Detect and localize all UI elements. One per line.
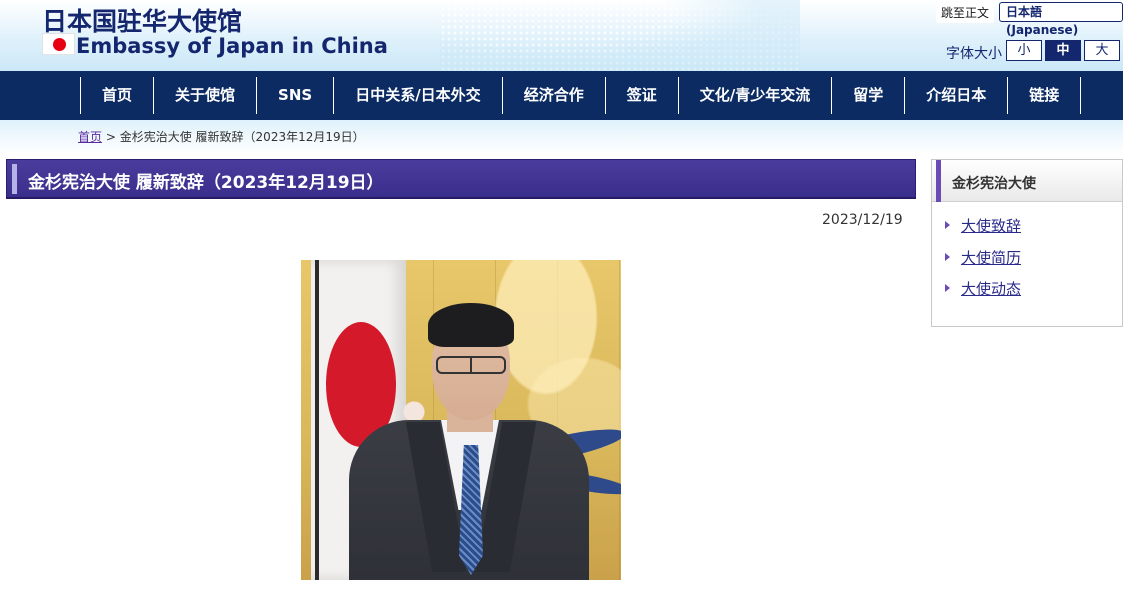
triangle-right-icon [945,284,950,292]
post-date: 2023/12/19 [822,212,903,228]
sidebar-header: 金杉宪治大使 [932,160,1122,202]
triangle-right-icon [945,221,950,229]
sidebar-item-speech[interactable]: 大使致辞 [945,215,1021,236]
nav-list: 首页 关于使馆 SNS 日中关系/日本外交 经济合作 签证 文化/青少年交流 留… [80,77,1082,114]
font-size-small-button[interactable]: 小 [1006,40,1042,61]
nav-item-japan[interactable]: 介绍日本 [905,77,1009,114]
page-title: 金杉宪治大使 履新致辞（2023年12月19日） [28,173,384,193]
font-size-medium-button[interactable]: 中 [1045,40,1081,61]
nav-item-visa[interactable]: 签证 [606,77,679,114]
nav-item-relations[interactable]: 日中关系/日本外交 [334,77,503,114]
site-title-english[interactable]: Embassy of Japan in China [76,34,388,58]
sidebar-link-speech[interactable]: 大使致辞 [961,217,1021,235]
sidebar-title: 金杉宪治大使 [952,176,1036,192]
nav-item-culture[interactable]: 文化/青少年交流 [679,77,833,114]
sidebar-item-profile[interactable]: 大使简历 [945,247,1021,268]
font-size-large-button[interactable]: 大 [1084,40,1120,61]
nav-item-study[interactable]: 留学 [832,77,906,114]
main-navigation: 首页 关于使馆 SNS 日中关系/日本外交 经济合作 签证 文化/青少年交流 留… [0,71,1123,120]
japan-flag-icon [42,33,75,55]
triangle-right-icon [945,253,950,261]
sidebar-link-activities[interactable]: 大使动态 [961,280,1021,298]
site-header: 日本国驻华大使馆 Embassy of Japan in China 跳至正文 … [0,0,1123,71]
skip-to-content-link[interactable]: 跳至正文 [936,3,995,23]
japanese-language-button[interactable]: 日本語 (Japanese) [999,2,1123,37]
ambassador-portrait-photo [301,260,621,580]
sidebar-link-profile[interactable]: 大使简历 [961,249,1021,267]
breadcrumb-home-link[interactable]: 首页 [78,130,102,144]
sidebar-item-activities[interactable]: 大使动态 [945,278,1021,299]
nav-item-about[interactable]: 关于使馆 [154,77,258,114]
font-size-label: 字体大小 [946,46,1002,62]
breadcrumb-current: 金杉宪治大使 履新致辞（2023年12月19日） [119,130,365,144]
flag-pole [315,260,319,580]
breadcrumb: 首页 > 金杉宪治大使 履新致辞（2023年12月19日） [78,128,365,145]
hair [428,303,514,347]
nav-item-links[interactable]: 链接 [1008,77,1082,114]
glasses [436,356,506,374]
world-map-decoration [440,0,800,71]
nav-item-home[interactable]: 首页 [81,77,155,114]
heading-accent-bar [12,164,17,194]
page-heading-box: 金杉宪治大使 履新致辞（2023年12月19日） [6,159,916,199]
breadcrumb-separator: > [105,130,116,144]
sidebar-accent-bar [936,160,941,202]
nav-item-sns[interactable]: SNS [257,77,335,114]
sidebar-panel: 金杉宪治大使 大使致辞 大使简历 大使动态 [931,159,1123,327]
nav-item-economy[interactable]: 经济合作 [503,77,606,114]
